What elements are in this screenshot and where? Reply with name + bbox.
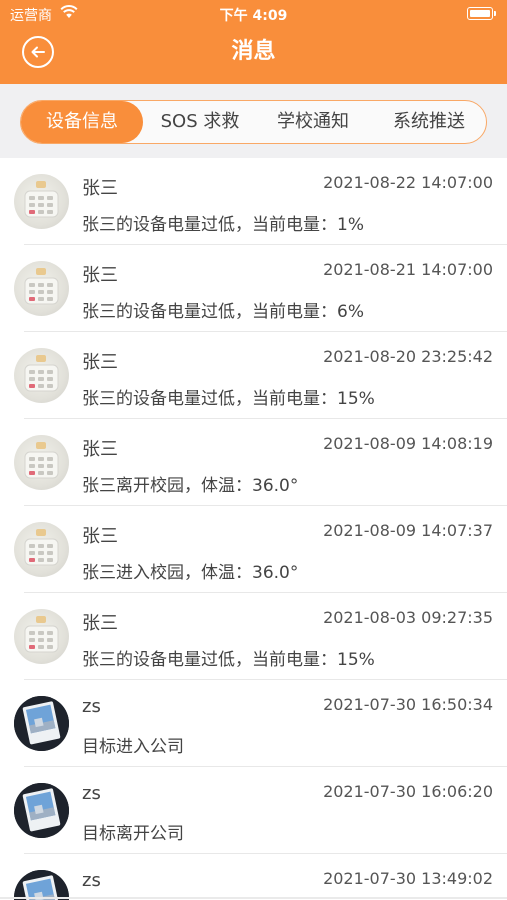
page-title: 消息 [231, 39, 276, 64]
sender-name: 张三 [82, 526, 118, 547]
photo-avatar [14, 696, 69, 751]
tab-system-push[interactable]: 系统推送 [373, 101, 485, 143]
status-bar: 运营商 下午 4:09 [0, 0, 507, 28]
list-item[interactable]: 张三 2021-08-20 23:25:42 张三的设备电量过低，当前电量：15… [0, 332, 507, 419]
sender-name: zs [82, 870, 101, 891]
message-timestamp: 2021-08-03 09:27:35 [323, 608, 493, 627]
list-item[interactable]: 张三 2021-08-09 14:08:19 张三离开校园，体温：36.0° [0, 419, 507, 506]
list-item[interactable]: 张三 2021-08-22 14:07:00 张三的设备电量过低，当前电量：1% [0, 158, 507, 245]
sender-name: 张三 [82, 352, 118, 373]
message-text: 张三的设备电量过低，当前电量：15% [82, 650, 375, 670]
message-list[interactable]: 张三 2021-08-22 14:07:00 张三的设备电量过低，当前电量：1%… [0, 158, 507, 900]
message-text: 张三的设备电量过低，当前电量：1% [82, 215, 364, 235]
sender-name: 张三 [82, 265, 118, 286]
sender-name: zs [82, 783, 101, 804]
message-text: 目标进入公司 [82, 737, 184, 757]
bottom-divider [0, 897, 507, 899]
tab-device-info[interactable]: 设备信息 [21, 101, 143, 143]
device-avatar [14, 261, 69, 316]
sender-name: zs [82, 696, 101, 717]
battery-icon [467, 7, 496, 20]
tab-school-notice[interactable]: 学校通知 [257, 101, 369, 143]
list-item[interactable]: 张三 2021-08-21 14:07:00 张三的设备电量过低，当前电量：6% [0, 245, 507, 332]
message-timestamp: 2021-08-20 23:25:42 [323, 347, 493, 366]
app-header: 运营商 下午 4:09 消息 [0, 0, 507, 84]
list-item[interactable]: zs 2021-07-30 13:49:02 [0, 854, 507, 900]
device-avatar [14, 522, 69, 577]
message-text: 张三的设备电量过低，当前电量：15% [82, 389, 375, 409]
tab-bar: 设备信息 SOS 求救 学校通知 系统推送 [20, 100, 487, 144]
message-timestamp: 2021-07-30 16:06:20 [323, 782, 493, 801]
message-text: 目标离开公司 [82, 824, 184, 844]
photo-avatar [14, 783, 69, 838]
message-timestamp: 2021-08-22 14:07:00 [323, 173, 493, 192]
message-timestamp: 2021-08-09 14:08:19 [323, 434, 493, 453]
tab-sos[interactable]: SOS 求救 [145, 101, 255, 143]
device-avatar [14, 348, 69, 403]
list-item[interactable]: 张三 2021-08-09 14:07:37 张三进入校园，体温：36.0° [0, 506, 507, 593]
sender-name: 张三 [82, 439, 118, 460]
photo-avatar [14, 870, 69, 900]
list-item[interactable]: zs 2021-07-30 16:50:34 目标进入公司 [0, 680, 507, 767]
message-timestamp: 2021-07-30 16:50:34 [323, 695, 493, 714]
sender-name: 张三 [82, 613, 118, 634]
message-timestamp: 2021-08-09 14:07:37 [323, 521, 493, 540]
list-item[interactable]: zs 2021-07-30 16:06:20 目标离开公司 [0, 767, 507, 854]
status-time: 下午 4:09 [219, 8, 288, 24]
list-item[interactable]: 张三 2021-08-03 09:27:35 张三的设备电量过低，当前电量：15… [0, 593, 507, 680]
message-text: 张三离开校园，体温：36.0° [82, 476, 299, 496]
message-text: 张三进入校园，体温：36.0° [82, 563, 299, 583]
message-timestamp: 2021-08-21 14:07:00 [323, 260, 493, 279]
device-avatar [14, 435, 69, 490]
sender-name: 张三 [82, 178, 118, 199]
message-text: 张三的设备电量过低，当前电量：6% [82, 302, 364, 322]
device-avatar [14, 174, 69, 229]
message-timestamp: 2021-07-30 13:49:02 [323, 869, 493, 888]
tab-bar-container: 设备信息 SOS 求救 学校通知 系统推送 [0, 84, 507, 158]
device-avatar [14, 609, 69, 664]
